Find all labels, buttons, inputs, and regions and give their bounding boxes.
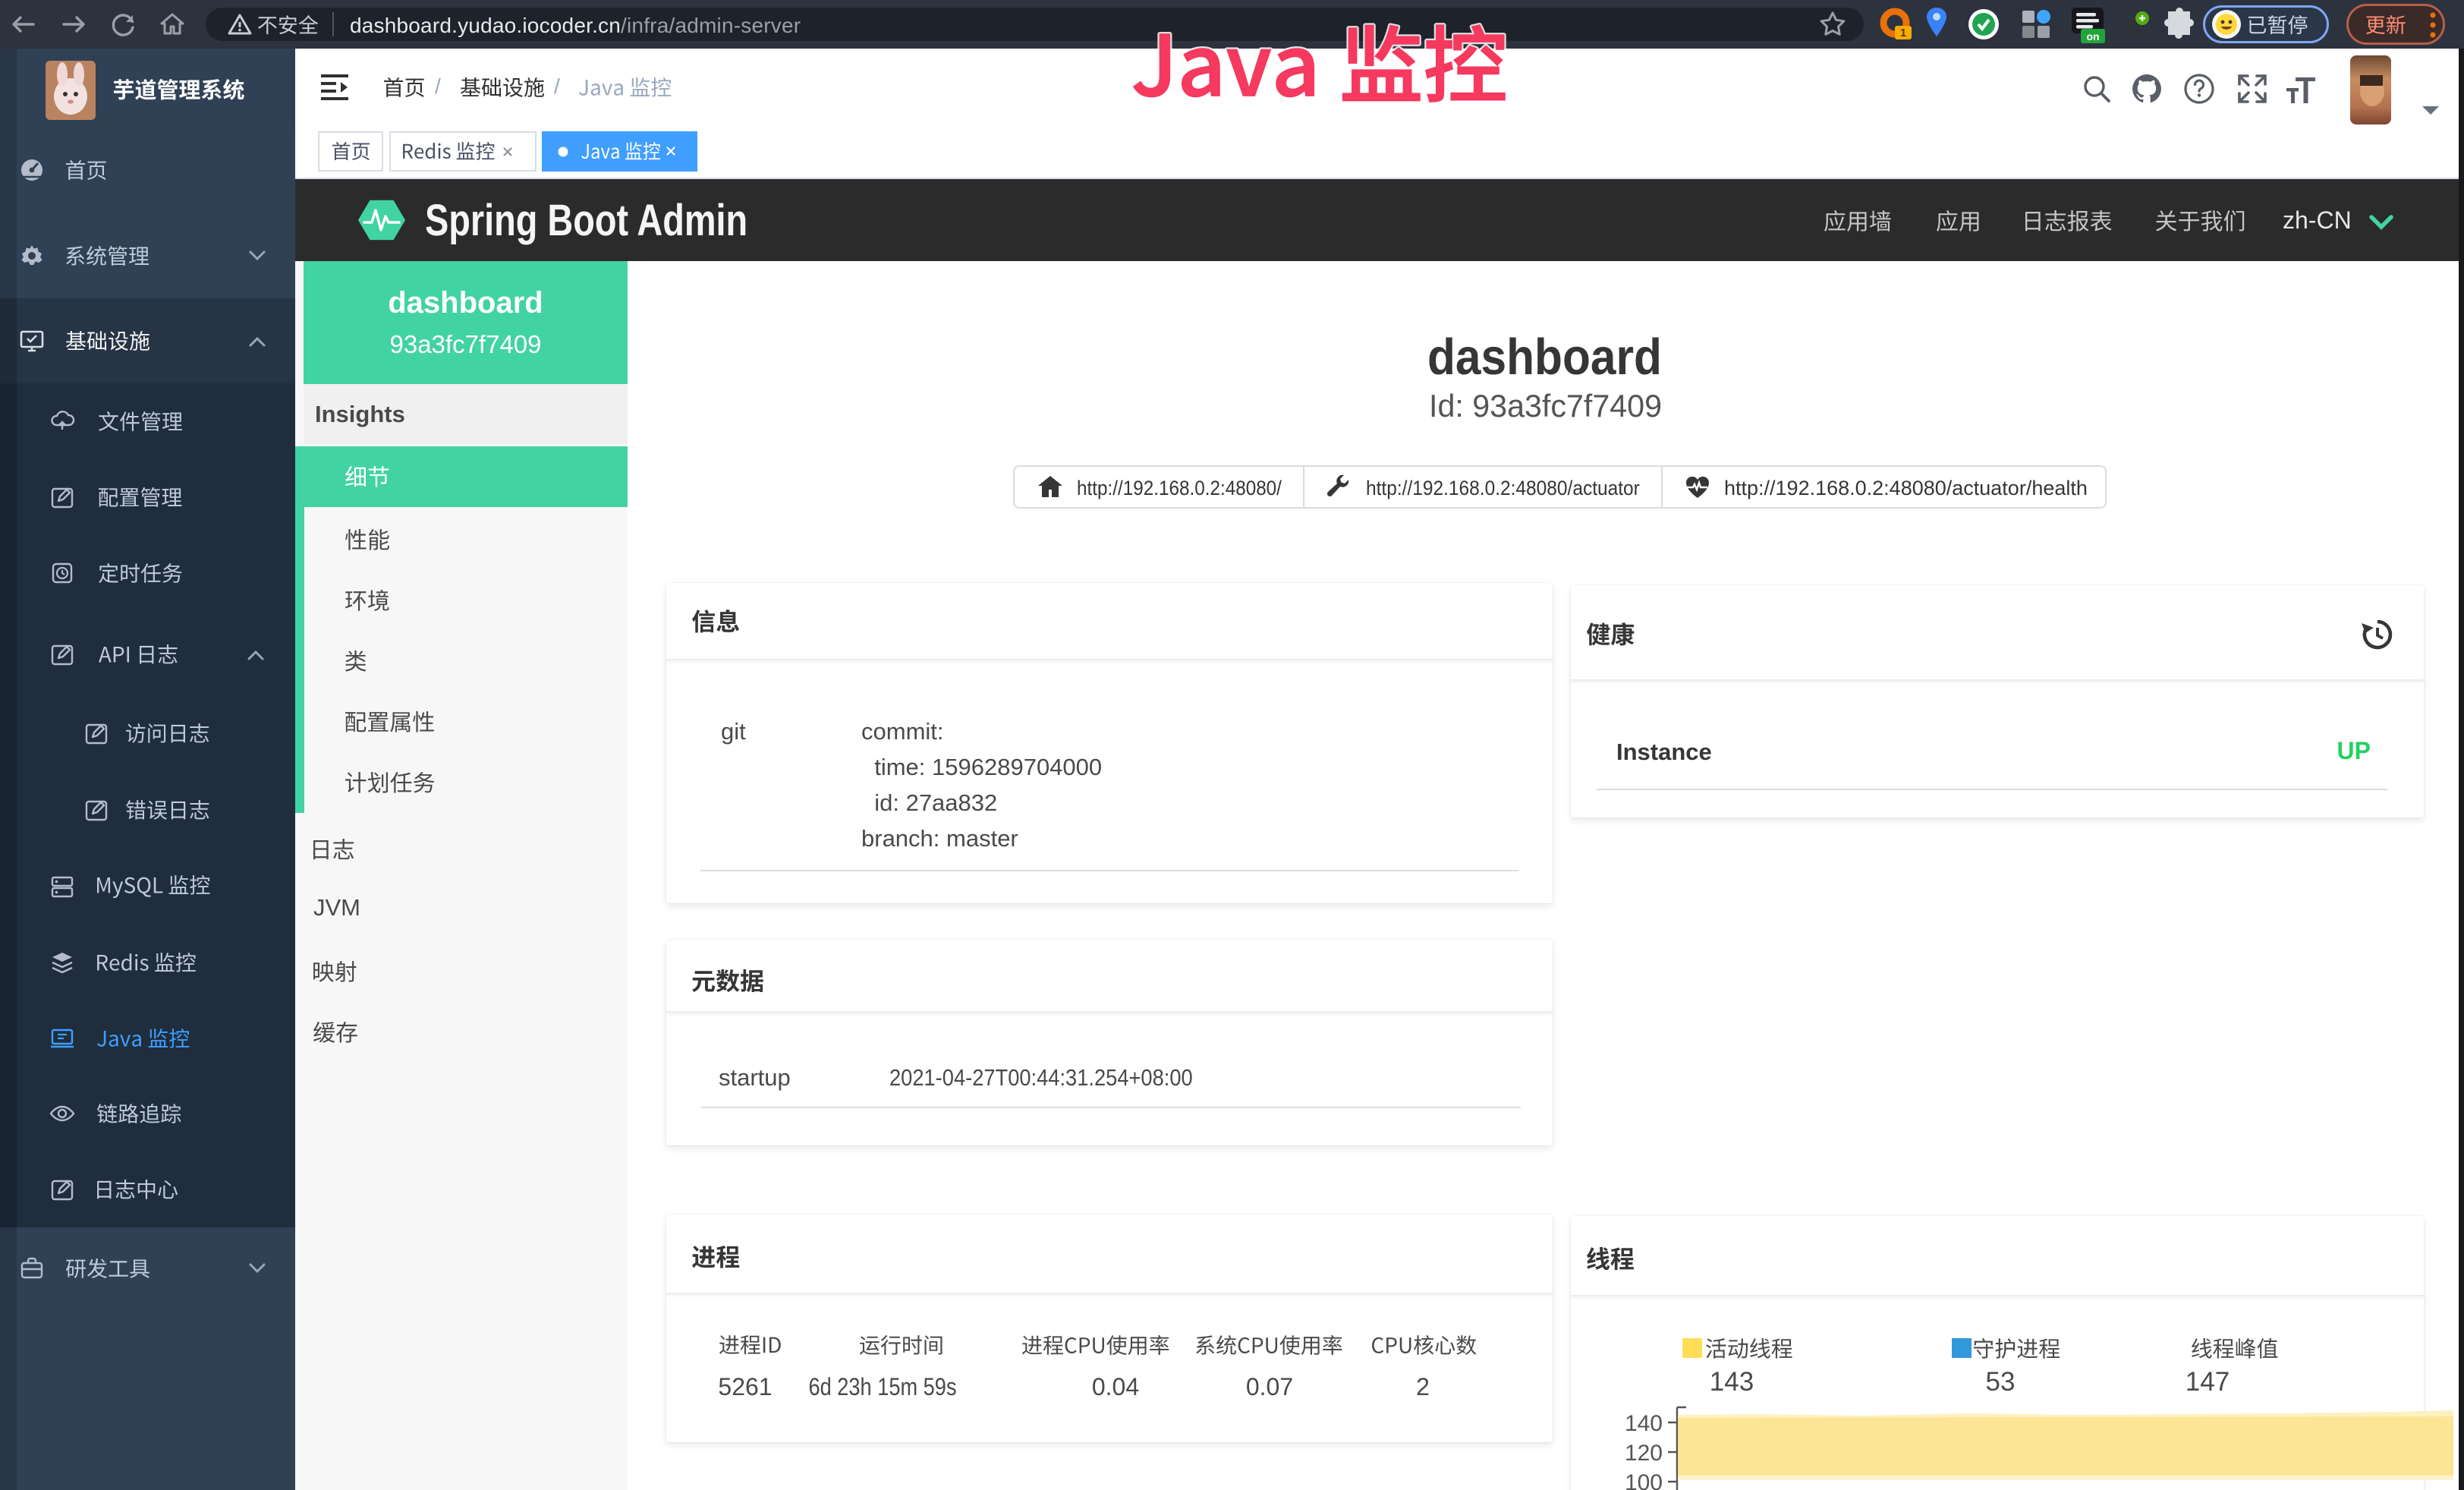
- svg-text:on: on: [2086, 30, 2099, 43]
- svg-text:1: 1: [1900, 27, 1906, 39]
